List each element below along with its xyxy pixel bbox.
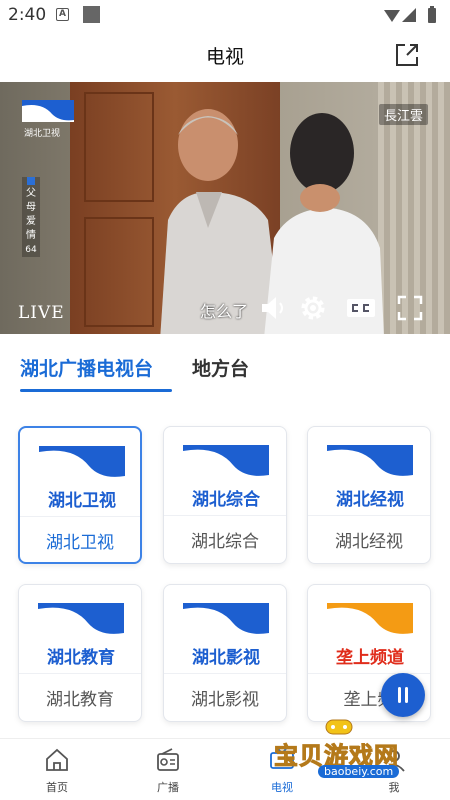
channel-card[interactable]: 湖北卫视 湖北卫视 (18, 426, 142, 564)
channel-card[interactable]: 湖北经视 湖北经视 (307, 426, 431, 564)
home-icon (46, 748, 68, 771)
notification-a-icon: A (56, 8, 69, 21)
channel-label: 湖北卫视 (46, 533, 114, 553)
volume-icon[interactable] (259, 294, 287, 322)
audio-float-button[interactable] (381, 673, 425, 717)
channel-label: 湖北综合 (191, 532, 259, 552)
fullscreen-icon[interactable] (396, 294, 424, 322)
channel-card[interactable]: 湖北影视 湖北影视 (163, 584, 287, 722)
card-divider (19, 673, 141, 674)
app-header: 电视 (0, 30, 450, 82)
notification-square-icon (83, 6, 100, 23)
status-bar: 2:40 A (0, 0, 450, 30)
gamepad-icon (325, 719, 353, 735)
nav-home[interactable]: 首页 (27, 747, 87, 795)
program-badge-char: 爱 (26, 216, 36, 227)
card-divider (164, 515, 286, 516)
card-divider (164, 673, 286, 674)
channel-logo-name: 湖北卫视 (24, 129, 61, 139)
channel-logo-text: 湖北影视 (192, 648, 260, 668)
program-badge-char: 情 (26, 230, 36, 241)
nav-label: 首页 (46, 781, 68, 794)
page-title: 电视 (205, 46, 244, 68)
station-tabs: 湖北广播电视台 地方台 (0, 334, 450, 396)
channel-logo-text: 垄上频道 (336, 648, 404, 668)
video-player[interactable]: 湖北卫视 父 母 爱 情 64 長江雲 LIVE 怎么了 (0, 82, 450, 334)
channel-card[interactable]: 湖北综合 湖北综合 (163, 426, 287, 564)
share-icon[interactable] (394, 42, 420, 68)
tab-hubei-station[interactable]: 湖北广播电视台 (20, 354, 153, 381)
card-divider (20, 516, 140, 517)
captions-icon[interactable] (346, 294, 376, 322)
channel-logo-text: 湖北经视 (336, 490, 404, 510)
program-badge: 父 母 爱 情 64 (22, 177, 40, 257)
channel-logo-text: 湖北卫视 (48, 491, 116, 511)
video-subtitle: 怎么了 (200, 302, 249, 321)
tab-local-stations[interactable]: 地方台 (192, 354, 249, 381)
program-badge-char: 母 (26, 202, 36, 213)
channel-label: 湖北教育 (46, 690, 114, 710)
audio-bar-icon (405, 687, 408, 703)
program-badge-char: 父 (26, 188, 36, 199)
channel-logo-text: 湖北综合 (192, 490, 260, 510)
settings-icon[interactable] (299, 294, 327, 322)
status-indicators-icon (384, 6, 436, 23)
channel-logo-text: 湖北教育 (47, 648, 115, 668)
channel-label: 湖北经视 (335, 532, 403, 552)
nav-label: 广播 (157, 781, 179, 794)
audio-bar-icon (398, 687, 401, 703)
status-time: 2:40 (8, 5, 47, 25)
live-label: LIVE (18, 303, 65, 323)
card-divider (308, 515, 430, 516)
active-tab-indicator (20, 389, 172, 392)
radio-icon (157, 748, 179, 771)
nav-radio[interactable]: 广播 (138, 747, 198, 795)
video-watermark: 長江雲 (378, 104, 428, 125)
channel-label: 湖北影视 (191, 690, 259, 710)
channel-card[interactable]: 湖北教育 湖北教育 (18, 584, 142, 722)
site-watermark: 宝贝游戏网 baobeiy.com (268, 719, 444, 792)
program-badge-number: 64 (25, 245, 37, 255)
site-watermark-url: baobeiy.com (318, 765, 400, 778)
